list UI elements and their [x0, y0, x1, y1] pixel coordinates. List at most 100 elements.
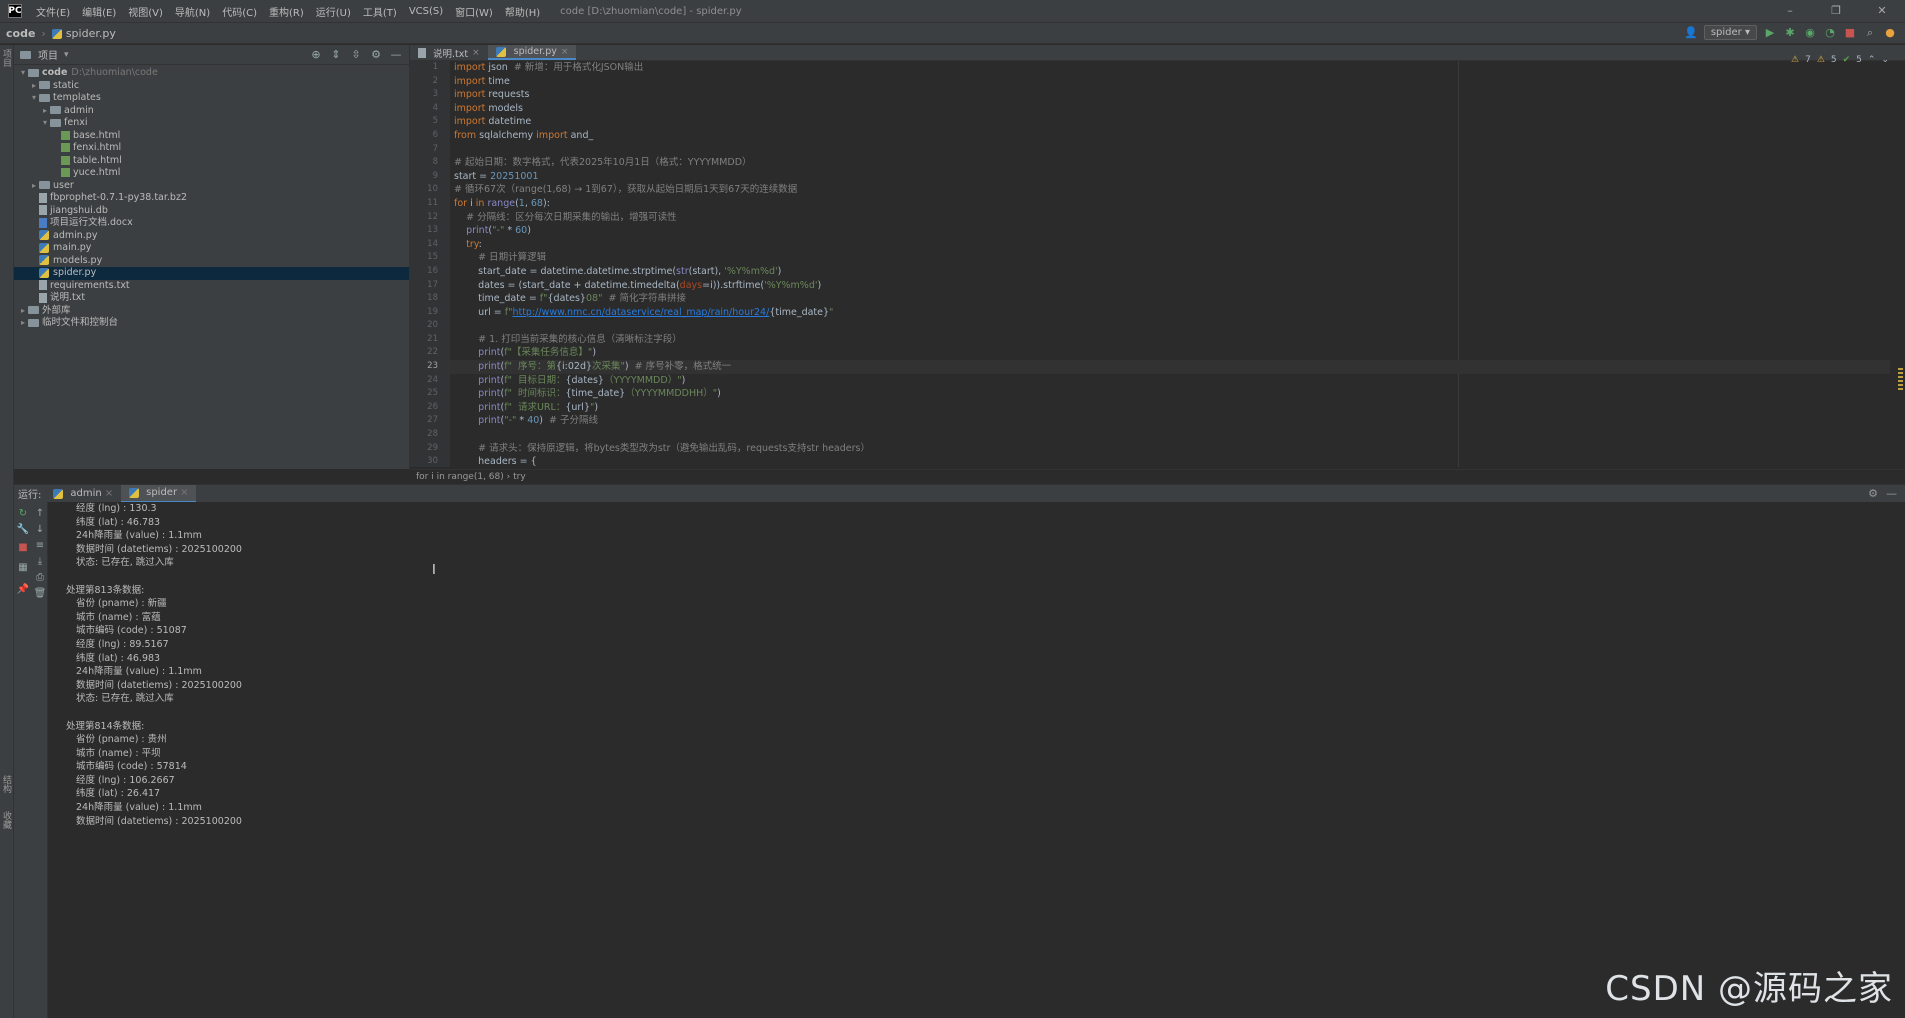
chevron-down-icon[interactable]: ▾: [40, 117, 50, 130]
breadcrumb-project[interactable]: code: [0, 27, 41, 40]
tool-tab-favorites[interactable]: 收藏: [1, 811, 13, 829]
tree-item[interactable]: 说明.txt: [14, 292, 409, 305]
minimize-icon[interactable]: –: [1767, 0, 1813, 22]
menu-help[interactable]: 帮助(H): [499, 4, 546, 19]
tree-item-label: 临时文件和控制台: [42, 317, 119, 328]
tree-item[interactable]: ▸ 临时文件和控制台: [14, 317, 409, 330]
hide-icon[interactable]: —: [389, 47, 403, 61]
menu-code[interactable]: 代码(C): [216, 4, 263, 19]
tree-item[interactable]: ▸ admin: [14, 105, 409, 118]
code-area[interactable]: import json # 新增：用于格式化JSON输出 import time…: [450, 61, 1890, 467]
menu-file[interactable]: 文件(E): [30, 4, 76, 19]
search-icon[interactable]: ⌕: [1863, 26, 1877, 40]
tree-item[interactable]: yuce.html: [14, 167, 409, 180]
tree-item[interactable]: table.html: [14, 155, 409, 168]
tree-item[interactable]: jiangshui.db: [14, 205, 409, 218]
tree-item[interactable]: 项目运行文档.docx: [14, 217, 409, 230]
user-icon[interactable]: 👤: [1684, 26, 1698, 40]
collapse-all-icon[interactable]: ⇳: [349, 47, 363, 61]
hide-icon[interactable]: —: [1886, 487, 1897, 500]
code-line: print(f" 时间标识：{time_date}（YYYYMMDDHH）"): [478, 388, 721, 400]
tree-item[interactable]: ▸ 外部库: [14, 305, 409, 318]
print-icon[interactable]: ⎙: [33, 570, 47, 584]
chevron-right-icon[interactable]: ▸: [18, 317, 28, 330]
tree-item[interactable]: ▸ user: [14, 180, 409, 193]
line-number: 11: [427, 197, 438, 208]
gear-icon[interactable]: ⚙: [1868, 487, 1878, 500]
stop-icon[interactable]: ■: [1843, 26, 1857, 40]
menu-vcs[interactable]: VCS(S): [403, 6, 449, 17]
console-output[interactable]: 经度 (lng) : 130.3 纬度 (lat) : 46.783 24h降雨量 …: [48, 502, 1905, 1018]
locate-icon[interactable]: ⊕: [309, 47, 323, 61]
close-tab-icon[interactable]: ×: [105, 488, 113, 499]
breadcrumb-try[interactable]: try: [513, 472, 526, 482]
editor-scrollbar[interactable]: [1895, 63, 1903, 467]
menu-tools[interactable]: 工具(T): [357, 4, 403, 19]
chevron-down-icon[interactable]: ▾: [29, 92, 39, 105]
tree-item-label: admin.py: [53, 229, 98, 241]
tree-item[interactable]: fenxi.html: [14, 142, 409, 155]
tree-item[interactable]: base.html: [14, 130, 409, 143]
run-tab-spider[interactable]: spider ×: [121, 484, 197, 503]
close-tab-icon[interactable]: ×: [472, 48, 480, 58]
update-icon[interactable]: ●: [1883, 26, 1897, 40]
tree-item[interactable]: ▾ code D:\zhuomian\code: [14, 67, 409, 80]
project-panel-title[interactable]: 项目: [38, 47, 58, 62]
coverage-icon[interactable]: ◉: [1803, 26, 1817, 40]
tab-spider[interactable]: spider.py ×: [487, 45, 577, 60]
chevron-down-icon[interactable]: ⌄: [1881, 55, 1889, 65]
breadcrumb-for[interactable]: for i in range(1, 68): [416, 472, 504, 482]
gear-icon[interactable]: ⚙: [369, 47, 383, 61]
wrench-icon[interactable]: 🔧: [16, 522, 30, 536]
profile-icon[interactable]: ◔: [1823, 26, 1837, 40]
menu-navigate[interactable]: 导航(N): [169, 4, 216, 19]
tree-item[interactable]: ▾ fenxi: [14, 117, 409, 130]
tree-item[interactable]: models.py: [14, 255, 409, 268]
tree-item[interactable]: ▸ static: [14, 80, 409, 93]
tree-item[interactable]: fbprophet-0.7.1-py38.tar.bz2: [14, 192, 409, 205]
menu-refactor[interactable]: 重构(R): [263, 4, 310, 19]
tree-item[interactable]: main.py: [14, 242, 409, 255]
close-tab-icon[interactable]: ×: [561, 47, 569, 57]
chevron-right-icon[interactable]: ▸: [18, 305, 28, 318]
close-tab-icon[interactable]: ×: [180, 487, 188, 498]
tree-item[interactable]: spider.py: [14, 267, 409, 280]
html-file-icon: [61, 168, 70, 177]
rerun-icon[interactable]: ↻: [16, 506, 30, 520]
stop-icon[interactable]: ■: [16, 540, 30, 554]
restore-icon[interactable]: ❐: [1813, 0, 1859, 22]
tree-item[interactable]: requirements.txt: [14, 280, 409, 293]
menu-run[interactable]: 运行(U): [310, 4, 357, 19]
close-icon[interactable]: ✕: [1859, 0, 1905, 22]
menu-edit[interactable]: 编辑(E): [76, 4, 122, 19]
tree-item[interactable]: ▾ templates: [14, 92, 409, 105]
trash-icon[interactable]: 🗑: [33, 586, 47, 600]
chevron-right-icon[interactable]: ▸: [29, 80, 39, 93]
scroll-to-end-icon[interactable]: ⤓: [33, 554, 47, 568]
tool-tab-project[interactable]: 项目: [1, 49, 13, 67]
expand-all-icon[interactable]: ⇕: [329, 47, 343, 61]
run-config-select[interactable]: spider ▾: [1703, 25, 1757, 40]
scroll-down-icon[interactable]: ↓: [33, 522, 47, 536]
soft-wrap-icon[interactable]: ≡: [33, 538, 47, 552]
menu-window[interactable]: 窗口(W): [449, 4, 499, 19]
menu-view[interactable]: 视图(V): [122, 4, 169, 19]
inspection-widget[interactable]: ⚠ 7 ⚠ 5 ✔ 5 ⌃ ⌄: [1791, 55, 1889, 65]
chevron-up-icon[interactable]: ⌃: [1868, 55, 1876, 65]
breadcrumb-file[interactable]: spider.py: [46, 27, 122, 40]
layout-icon[interactable]: ▦: [16, 560, 30, 574]
chevron-right-icon[interactable]: ▸: [29, 180, 39, 193]
debug-icon[interactable]: ✱: [1783, 26, 1797, 40]
pin-icon[interactable]: 📌: [16, 582, 30, 596]
tool-tab-structure[interactable]: 结构: [1, 775, 13, 793]
scroll-up-icon[interactable]: ↑: [33, 506, 47, 520]
chevron-down-icon[interactable]: ▾: [18, 67, 28, 80]
run-tab-admin[interactable]: admin ×: [45, 485, 121, 503]
chevron-down-icon[interactable]: ▾: [64, 50, 69, 60]
tab-readme[interactable]: 说明.txt ×: [410, 45, 488, 60]
run-icon[interactable]: ▶: [1763, 26, 1777, 40]
chevron-right-icon[interactable]: ▸: [40, 105, 50, 118]
tree-item[interactable]: admin.py: [14, 230, 409, 243]
